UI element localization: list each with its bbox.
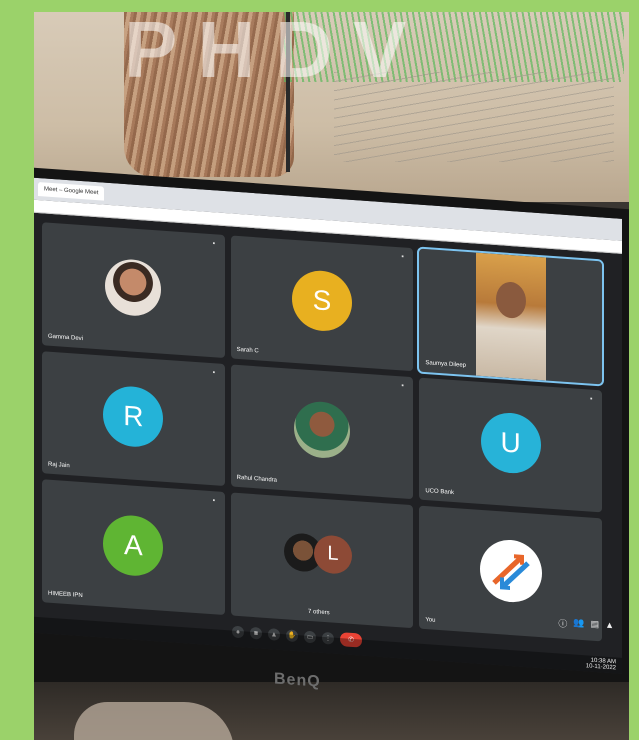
mic-off-icon: ▪ — [212, 497, 216, 505]
participant-tile[interactable]: ▪ Gamma Devi — [42, 222, 225, 358]
participant-name: Gamma Devi — [48, 333, 84, 342]
participant-photo — [105, 258, 162, 318]
participant-name: Sarah C — [236, 346, 259, 355]
participant-tile[interactable]: S ▪ Sarah C — [230, 235, 414, 371]
participant-avatar: A — [103, 513, 164, 578]
mic-off-icon: ▪ — [212, 368, 216, 377]
participant-photo — [293, 399, 350, 460]
arrows-logo-icon — [491, 553, 530, 590]
participant-name: You — [425, 617, 436, 624]
browser-tab[interactable]: Meet – Google Meet — [38, 181, 105, 201]
participant-avatar: L — [313, 533, 352, 575]
participant-tile[interactable]: U ▪ UCO Bank — [419, 377, 602, 513]
participant-name: HIMEEB IPN — [48, 590, 83, 600]
participant-name: Rahul Chandra — [236, 475, 278, 485]
left-border — [0, 0, 34, 740]
participant-tile[interactable]: R ▪ Raj Jain — [42, 350, 225, 487]
mic-off-icon: ▪ — [401, 382, 404, 390]
chat-icon[interactable]: ▤ — [591, 619, 600, 633]
watermark: PHDV — [124, 12, 427, 94]
people-icon[interactable]: 👥 — [573, 617, 584, 631]
participant-video — [475, 252, 546, 381]
participant-name: Raj Jain — [48, 462, 70, 470]
others-tile[interactable]: L 7 others — [230, 492, 414, 629]
screen: Meet – Google Meet ▪ Gamma Devi S ▪ Sara… — [34, 177, 622, 674]
participant-grid: ▪ Gamma Devi S ▪ Sarah C Saumya Dileep R… — [42, 222, 604, 642]
mic-off-icon: ▪ — [401, 253, 404, 261]
monitor-brand-logo: BenQ — [274, 670, 321, 691]
participant-avatar: S — [291, 269, 352, 334]
right-border — [629, 0, 639, 740]
participant-tile[interactable]: ▪ Rahul Chandra — [230, 364, 414, 500]
participant-name: 7 others — [307, 608, 330, 617]
photo: Meet – Google Meet ▪ Gamma Devi S ▪ Sara… — [34, 12, 629, 740]
activities-icon[interactable]: ▲ — [605, 620, 614, 634]
mic-off-icon: ▪ — [590, 395, 593, 403]
mic-off-icon: ▪ — [212, 240, 216, 248]
participant-name: Saumya Dileep — [425, 359, 467, 369]
taskbar-clock: 10:38 AM 10-11-2022 — [585, 657, 616, 672]
active-speaker-tile[interactable]: Saumya Dileep — [417, 246, 604, 387]
clock-date: 10-11-2022 — [585, 663, 616, 672]
others-avatars: L — [283, 531, 360, 577]
info-icon[interactable]: ⓘ — [558, 616, 567, 630]
participant-avatar: R — [103, 384, 164, 449]
monitor: Meet – Google Meet ▪ Gamma Devi S ▪ Sara… — [34, 167, 629, 731]
participant-avatar: U — [480, 410, 541, 476]
logo-avatar — [479, 537, 542, 604]
participant-tile[interactable]: A ▪ HIMEEB IPN — [42, 479, 225, 616]
participant-name: UCO Bank — [425, 488, 455, 497]
